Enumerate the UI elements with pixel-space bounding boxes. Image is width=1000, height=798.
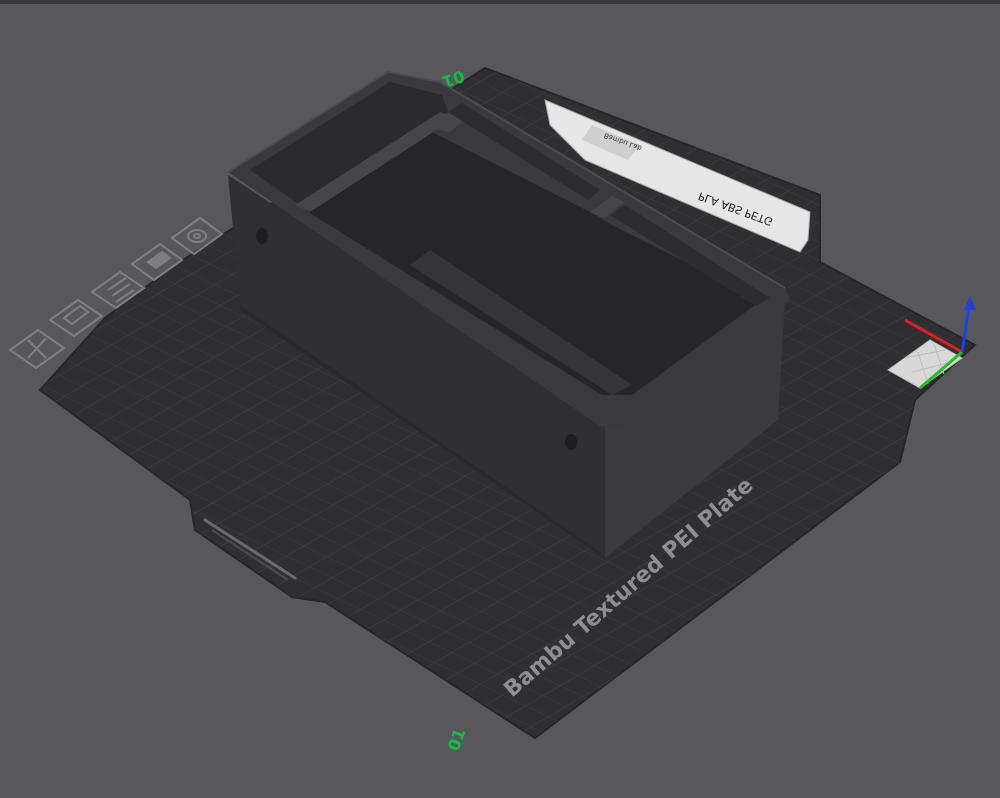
screw-hole-right: [565, 434, 577, 450]
screw-hole-left: [256, 228, 268, 244]
close-icon[interactable]: [8, 328, 66, 370]
plate-number-bottom: 01: [444, 726, 469, 753]
3d-viewport[interactable]: PLA ABS PETG Bambu Lab 01 01 Bambu Textu…: [0, 0, 1000, 798]
